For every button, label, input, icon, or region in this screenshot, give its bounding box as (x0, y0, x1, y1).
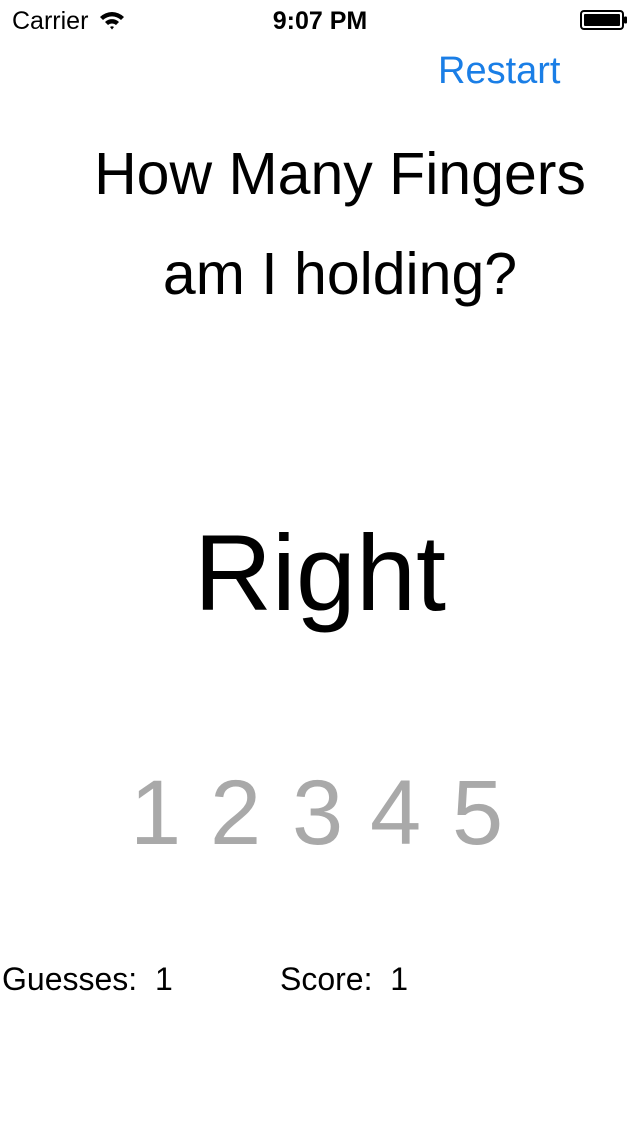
status-bar: Carrier 9:07 PM (0, 0, 640, 40)
question-label: How Many Fingers am I holding? (40, 124, 640, 324)
choice-button-3[interactable]: 3 (292, 758, 343, 868)
score-label: Score: (280, 961, 373, 997)
score-stat: Score: 1 (280, 958, 408, 1000)
status-time: 9:07 PM (272, 7, 368, 35)
question-line-1: How Many Fingers (94, 141, 586, 207)
battery-icon (580, 10, 627, 30)
choice-button-2[interactable]: 2 (210, 758, 261, 868)
guesses-stat: Guesses: 1 (2, 958, 173, 1000)
guesses-label: Guesses: (2, 961, 138, 997)
choice-button-4[interactable]: 4 (370, 758, 421, 868)
result-label: Right (193, 512, 447, 633)
choice-button-5[interactable]: 5 (452, 758, 503, 868)
question-line-2: am I holding? (162, 241, 518, 307)
choice-button-1[interactable]: 1 (130, 758, 181, 868)
restart-button[interactable]: Restart (438, 48, 560, 94)
guesses-value: 1 (154, 961, 173, 997)
score-value: 1 (390, 961, 409, 997)
